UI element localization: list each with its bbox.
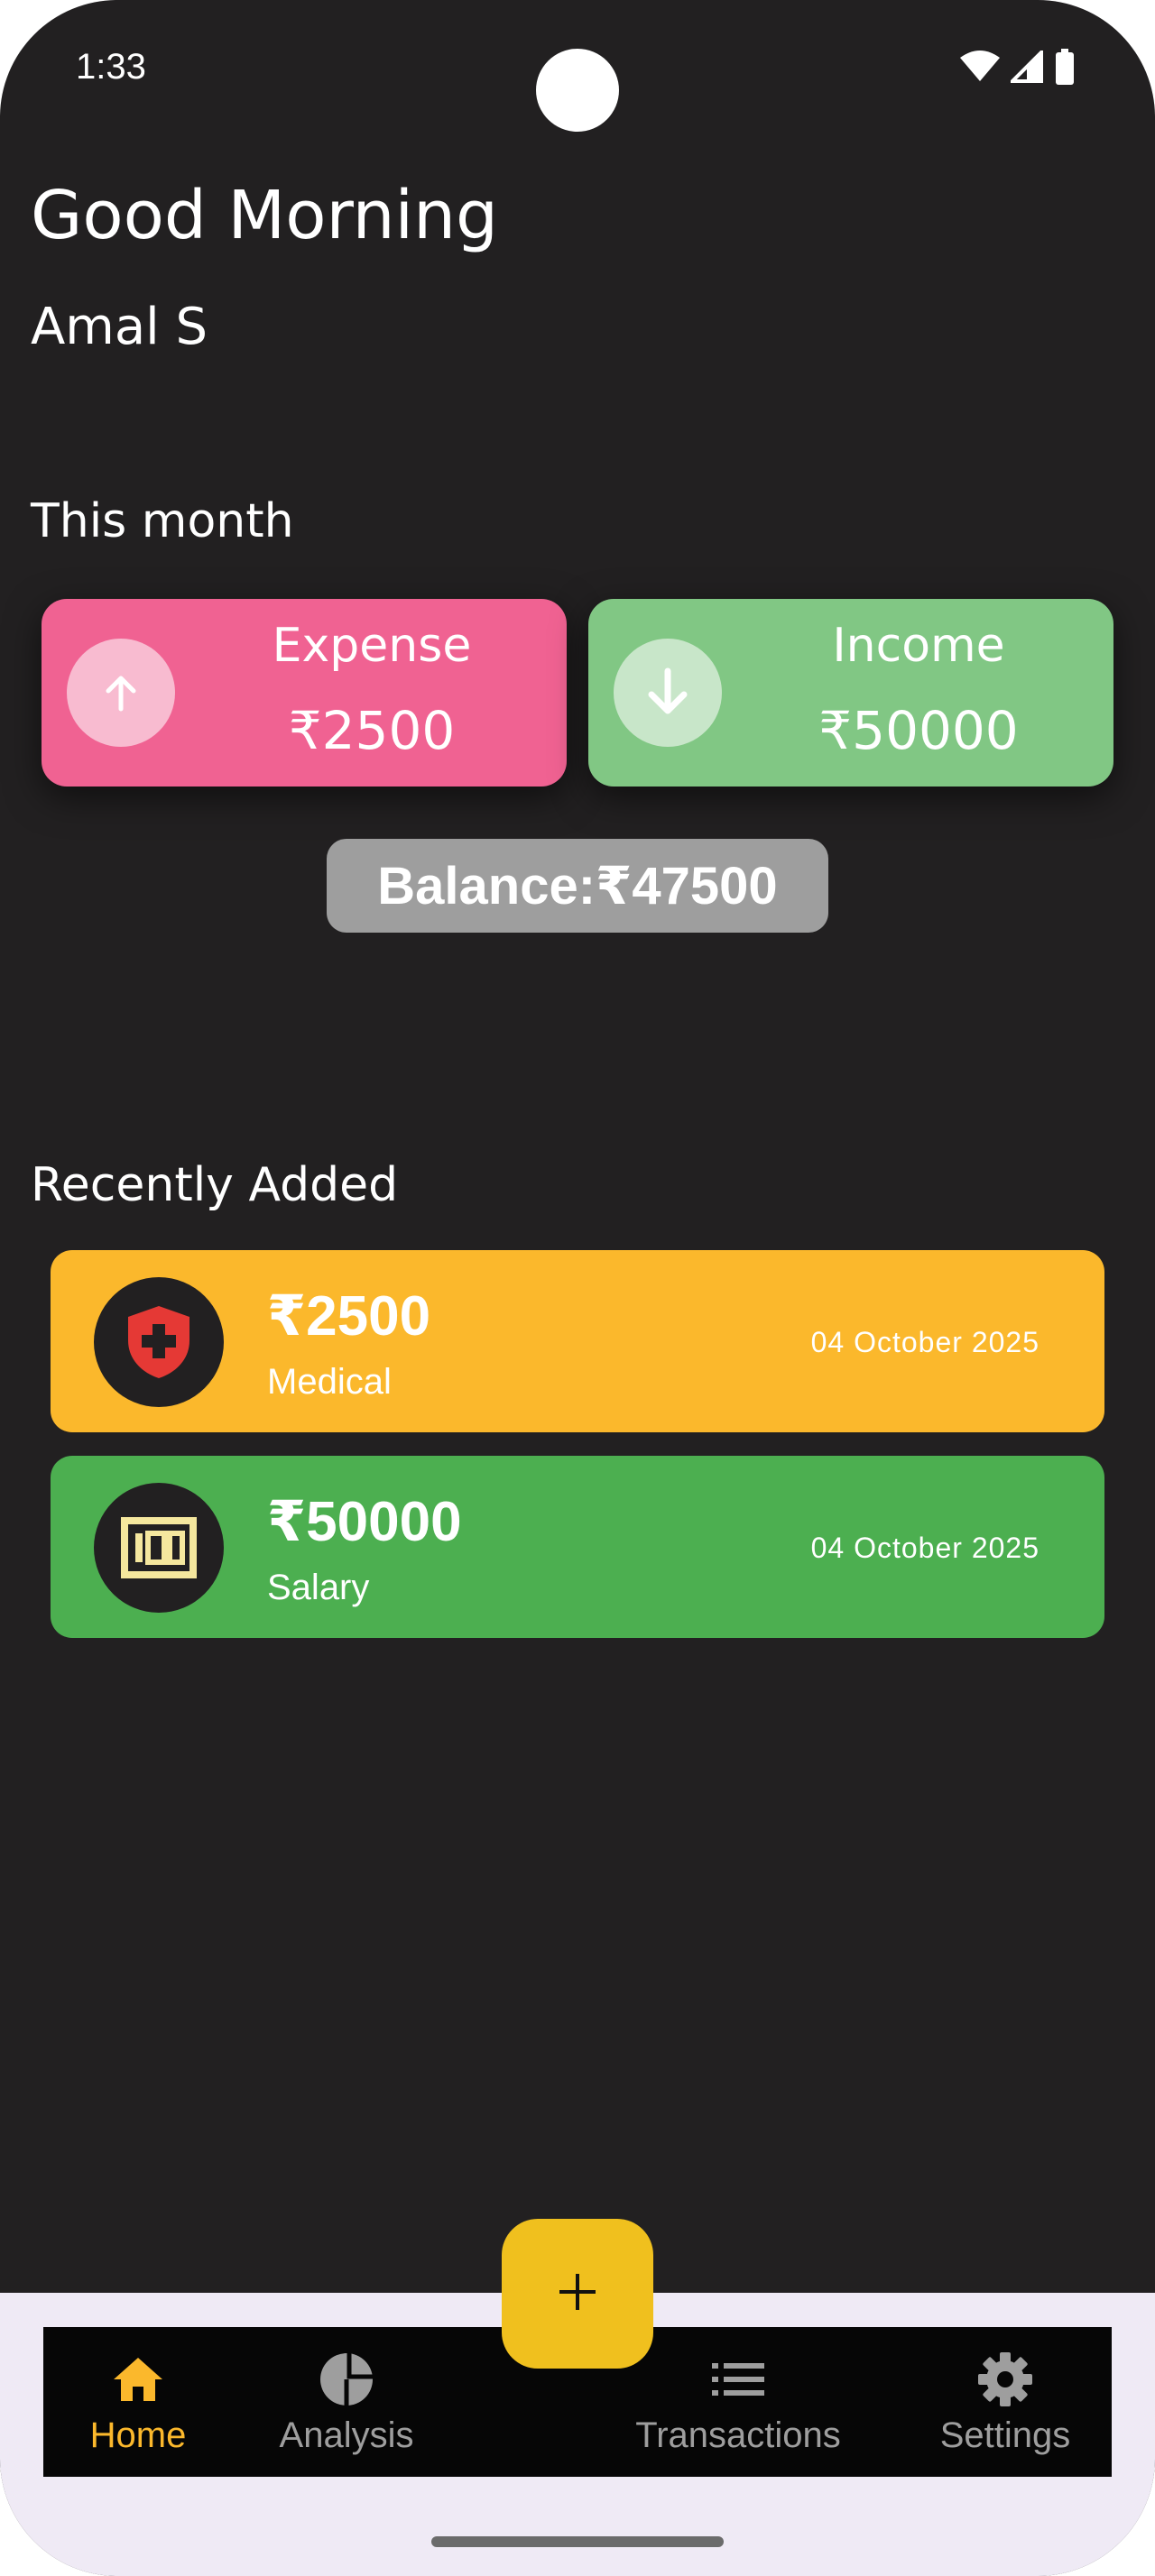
plus-icon [558,2272,597,2316]
app-screen: 1:33 Good Morning Amal S This month Expe… [0,0,1155,2576]
nav-label-transactions: Transactions [635,2415,841,2455]
nav-label-home: Home [89,2415,187,2455]
list-icon [712,2351,764,2408]
nav-item-analysis[interactable]: Analysis [258,2327,435,2477]
battery-icon [1054,49,1076,89]
transaction-amount: ₹50000 [267,1491,462,1553]
list-item[interactable]: ₹50000 Salary 04 October 2025 [51,1456,1104,1638]
income-card[interactable]: Income ₹50000 [588,599,1113,787]
pie-chart-icon [319,2351,374,2408]
income-amount: ₹50000 [818,700,1019,761]
user-name: Amal S [31,298,208,356]
camera-cutout [536,49,619,132]
list-item[interactable]: ₹2500 Medical 04 October 2025 [51,1250,1104,1432]
expense-card[interactable]: Expense ₹2500 [42,599,567,787]
expense-label: Expense [272,619,472,673]
greeting-title: Good Morning [31,177,498,254]
status-icons [960,48,1076,89]
medical-shield-icon [94,1277,224,1407]
nav-item-settings[interactable]: Settings [915,2327,1095,2477]
signal-icon [1008,48,1043,87]
expense-amount: ₹2500 [288,700,456,761]
transaction-date: 04 October 2025 [810,1326,1040,1358]
home-indicator[interactable] [431,2536,724,2547]
arrow-up-icon [67,639,175,747]
transaction-category: Medical [267,1362,392,1402]
nav-item-home[interactable]: Home [65,2327,211,2477]
nav-label-analysis: Analysis [279,2415,414,2455]
transaction-category: Salary [267,1568,370,1607]
recently-added-title: Recently Added [31,1158,399,1212]
balance-badge: Balance:₹47500 [327,839,828,933]
arrow-down-icon [614,639,722,747]
nav-label-settings: Settings [939,2415,1071,2455]
income-label: Income [832,619,1005,673]
transaction-amount: ₹2500 [267,1285,431,1348]
home-icon [112,2351,164,2408]
status-bar: 1:33 [0,0,1155,135]
status-time: 1:33 [76,47,146,87]
transaction-date: 04 October 2025 [810,1532,1040,1564]
this-month-title: This month [31,494,294,548]
add-transaction-button[interactable] [502,2219,653,2369]
banknote-icon [94,1483,224,1613]
wifi-icon [960,51,1000,87]
gear-icon [977,2351,1033,2408]
nav-item-transactions[interactable]: Transactions [614,2327,863,2477]
